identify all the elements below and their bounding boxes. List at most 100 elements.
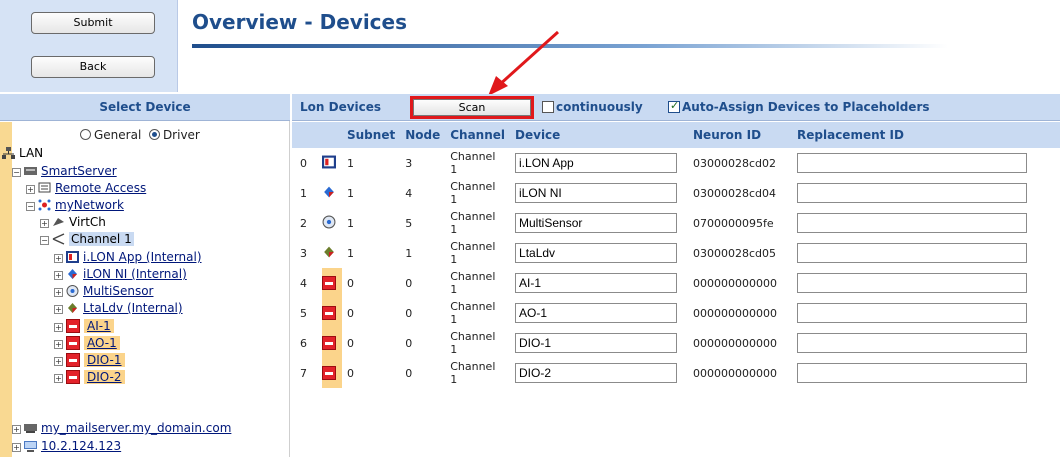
continuously-option[interactable]: continuously — [542, 100, 643, 114]
row-neuron-id: 03000028cd05 — [693, 246, 777, 260]
tree-item-mynetwork[interactable]: − myNetwork — [26, 198, 124, 213]
radio-general[interactable]: General — [80, 128, 141, 142]
tree-item-lan[interactable]: LAN — [2, 146, 43, 161]
lon-devices-panel: Lon Devices Scan continuously Auto-Assig… — [292, 94, 1060, 457]
expand-icon[interactable]: + — [54, 254, 63, 263]
device-name-input[interactable]: iLON NI — [515, 183, 678, 203]
tree-item-smartserver[interactable]: − SmartServer — [12, 164, 117, 179]
collapse-icon[interactable]: − — [26, 202, 35, 211]
device-name-input[interactable]: MultiSensor — [515, 213, 678, 233]
radio-driver[interactable]: Driver — [148, 128, 200, 142]
row-channel: Channel 1 — [450, 270, 496, 296]
expand-icon[interactable]: + — [54, 323, 63, 332]
tree-item-ai1[interactable]: + AI-1 — [54, 319, 114, 334]
tree-label-mynetwork: myNetwork — [55, 198, 124, 212]
table-row[interactable]: 2 1 5 Channel 1 MultiSensor 0700000095fe — [292, 208, 1060, 238]
replacement-id-input[interactable] — [797, 183, 1028, 203]
collapse-icon[interactable]: − — [12, 168, 21, 177]
scan-highlight: Scan — [410, 96, 534, 119]
tree-item-remote-access[interactable]: + Remote Access — [26, 181, 146, 196]
submit-button[interactable]: Submit — [31, 12, 155, 34]
table-row[interactable]: 5 0 0 Channel 1 AO-1 000000000000 — [292, 298, 1060, 328]
tree-item-channel1[interactable]: − Channel 1 — [40, 232, 134, 247]
row-node: 0 — [405, 306, 413, 320]
row-subnet: 0 — [347, 366, 354, 380]
ilon-app-icon — [322, 155, 336, 172]
expand-icon[interactable]: + — [12, 425, 21, 434]
ilon-app-icon — [66, 251, 79, 263]
collapse-icon[interactable]: − — [40, 236, 49, 245]
replacement-id-input[interactable] — [797, 243, 1028, 263]
row-node: 3 — [405, 156, 413, 170]
continuously-label: continuously — [556, 100, 643, 114]
tree-item-multisensor[interactable]: + MultiSensor — [54, 284, 153, 299]
row-index: 4 — [292, 268, 322, 298]
row-neuron-id: 000000000000 — [693, 336, 777, 350]
table-row[interactable]: 0 1 3 Channel 1 i.LON App 03000028cd02 — [292, 148, 1060, 178]
expand-icon[interactable]: + — [26, 185, 35, 194]
table-row[interactable]: 4 0 0 Channel 1 AI-1 000000000000 — [292, 268, 1060, 298]
tree-item-ao1[interactable]: + AO-1 — [54, 336, 120, 351]
ilon-ni-icon — [68, 269, 77, 279]
col-device: Device — [510, 122, 689, 148]
col-node: Node — [400, 122, 446, 148]
mode-radio-group: General Driver — [80, 128, 200, 142]
row-index: 3 — [292, 238, 322, 268]
tree-item-mailserver[interactable]: + my_mailserver.my_domain.com — [12, 421, 231, 436]
device-name-input[interactable]: AO-1 — [515, 303, 678, 323]
expand-icon[interactable]: + — [54, 271, 63, 280]
expand-icon[interactable]: + — [54, 288, 63, 297]
table-row[interactable]: 3 1 1 Channel 1 LtaLdv 03000028cd05 — [292, 238, 1060, 268]
tree-item-ilon-ni[interactable]: + iLON NI (Internal) — [54, 267, 187, 282]
col-channel: Channel — [445, 122, 511, 148]
tree-item-virtch[interactable]: + VirtCh — [40, 215, 106, 230]
replacement-id-input[interactable] — [797, 363, 1028, 383]
row-device-cell: MultiSensor — [510, 208, 688, 238]
device-name-input[interactable]: LtaLdv — [515, 243, 678, 263]
row-device-cell: DIO-2 — [510, 358, 688, 388]
row-subnet: 1 — [347, 246, 354, 260]
row-device-cell: iLON NI — [510, 178, 688, 208]
tree-label-channel1: Channel 1 — [69, 232, 134, 246]
replacement-id-input[interactable] — [797, 273, 1028, 293]
row-index: 6 — [292, 328, 322, 358]
device-name-input[interactable]: i.LON App — [515, 153, 678, 173]
tree-item-dio1[interactable]: + DIO-1 — [54, 353, 125, 368]
auto-assign-option[interactable]: Auto-Assign Devices to Placeholders — [668, 99, 930, 114]
scan-button[interactable]: Scan — [413, 99, 531, 116]
row-replacement-cell — [792, 178, 1060, 208]
back-button[interactable]: Back — [31, 56, 155, 78]
tree-item-ltaldv[interactable]: + LtaLdv (Internal) — [54, 301, 183, 316]
device-name-input[interactable]: AI-1 — [515, 273, 678, 293]
continuously-checkbox[interactable] — [542, 101, 554, 113]
tree-item-ip[interactable]: +10.2.124.123 — [12, 439, 121, 454]
tree-label-virtch: VirtCh — [69, 215, 106, 229]
replacement-id-input[interactable] — [797, 333, 1028, 353]
device-name-input[interactable]: DIO-2 — [515, 363, 678, 383]
col-index — [292, 122, 322, 148]
expand-icon[interactable]: + — [54, 357, 63, 366]
table-row[interactable]: 7 0 0 Channel 1 DIO-2 000000000000 — [292, 358, 1060, 388]
row-neuron-id: 000000000000 — [693, 276, 777, 290]
auto-assign-checkbox[interactable] — [668, 99, 680, 113]
tree-label-ilon-app: i.LON App (Internal) — [83, 250, 202, 264]
placeholder-device-icon — [322, 366, 336, 380]
table-row[interactable]: 1 1 4 Channel 1 iLON NI 03000028cd04 — [292, 178, 1060, 208]
table-row[interactable]: 6 0 0 Channel 1 DIO-1 000000000000 — [292, 328, 1060, 358]
device-name-input[interactable]: DIO-1 — [515, 333, 678, 353]
expand-icon[interactable]: + — [54, 305, 63, 314]
replacement-id-input[interactable] — [797, 153, 1028, 173]
tree-item-dio2[interactable]: + DIO-2 — [54, 370, 125, 385]
expand-icon[interactable]: + — [54, 340, 63, 349]
tree-item-ilon-app[interactable]: + i.LON App (Internal) — [54, 250, 202, 265]
expand-icon[interactable]: + — [54, 374, 63, 383]
tree-label-ao1: AO-1 — [84, 336, 120, 350]
placeholder-device-icon — [66, 336, 80, 350]
row-device-cell: DIO-1 — [510, 328, 688, 358]
tree-label-ip: 10.2.124.123 — [41, 439, 122, 453]
replacement-id-input[interactable] — [797, 303, 1028, 323]
expand-icon[interactable]: + — [12, 443, 21, 452]
expand-icon[interactable]: + — [40, 219, 49, 228]
replacement-id-input[interactable] — [797, 213, 1028, 233]
placeholder-device-icon — [322, 336, 336, 350]
